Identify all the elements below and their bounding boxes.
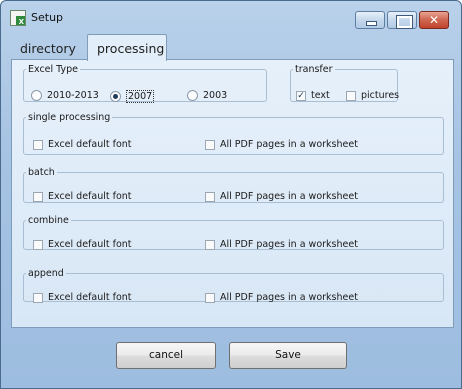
checkbox-label: All PDF pages in a worksheet <box>220 191 358 202</box>
checkbox-excel-default-font[interactable]: Excel default font <box>33 239 132 250</box>
close-icon: ✕ <box>428 13 440 27</box>
checkbox-box[interactable] <box>205 139 215 150</box>
checkbox-box[interactable] <box>33 139 43 150</box>
checkbox-excel-default-font[interactable]: Excel default font <box>33 292 132 303</box>
window-title: Setup <box>31 11 64 24</box>
single-processing-group: single processing Excel default font All… <box>23 112 444 155</box>
checkbox-pictures[interactable]: pictures <box>346 90 399 101</box>
checkbox-all-pdf-pages[interactable]: All PDF pages in a worksheet <box>205 239 358 250</box>
radio-2003[interactable]: 2003 <box>187 90 227 101</box>
group-legend: combine <box>28 215 69 226</box>
checkbox-all-pdf-pages[interactable]: All PDF pages in a worksheet <box>205 139 358 150</box>
save-button[interactable]: Save <box>229 342 347 369</box>
close-button[interactable]: ✕ <box>419 11 449 29</box>
checkbox-box[interactable] <box>33 191 43 202</box>
tab-processing[interactable]: processing <box>87 34 167 61</box>
checkbox-label: Excel default font <box>48 139 132 150</box>
checkbox-label: Excel default font <box>48 239 132 250</box>
checkbox-label: text <box>311 90 330 101</box>
transfer-legend: transfer <box>295 64 333 75</box>
checkbox-box[interactable] <box>33 239 43 250</box>
checkbox-all-pdf-pages[interactable]: All PDF pages in a worksheet <box>205 292 358 303</box>
transfer-group: transfer ✓ text pictures <box>290 64 399 102</box>
checkbox-label: pictures <box>361 90 400 101</box>
radio-circle[interactable] <box>31 90 42 101</box>
maximize-button[interactable] <box>387 11 417 29</box>
combine-group: combine Excel default font All PDF pages… <box>23 215 444 250</box>
excel-app-icon: X <box>10 10 26 26</box>
cancel-button[interactable]: cancel <box>116 342 216 369</box>
checkbox-label: All PDF pages in a worksheet <box>220 239 358 250</box>
radio-label: 2010-2013 <box>47 90 99 101</box>
excel-type-legend: Excel Type <box>28 64 79 75</box>
title-bar[interactable]: X Setup ✕ <box>1 1 461 33</box>
radio-2010-2013[interactable]: 2010-2013 <box>31 90 99 101</box>
checkbox-label: All PDF pages in a worksheet <box>220 292 358 303</box>
checkbox-label: Excel default font <box>48 292 132 303</box>
group-legend: batch <box>28 167 55 178</box>
radio-circle-selected[interactable] <box>110 91 121 102</box>
checkbox-all-pdf-pages[interactable]: All PDF pages in a worksheet <box>205 191 358 202</box>
checkbox-excel-default-font[interactable]: Excel default font <box>33 139 132 150</box>
setup-window: X Setup ✕ directory processing Excel Typ… <box>0 0 462 389</box>
tab-directory[interactable]: directory <box>11 36 87 60</box>
processing-panel: Excel Type 2010-2013 2007 2003 transfer … <box>11 59 454 328</box>
radio-circle[interactable] <box>187 90 198 101</box>
radio-2007[interactable]: 2007 <box>110 90 155 103</box>
group-legend: append <box>28 268 64 279</box>
radio-label: 2007 <box>126 90 155 103</box>
checkbox-box[interactable] <box>33 292 43 303</box>
minimize-button[interactable] <box>355 11 385 29</box>
checkbox-box[interactable] <box>205 292 215 303</box>
checkbox-box[interactable] <box>205 191 215 202</box>
checkbox-box[interactable] <box>346 90 356 101</box>
checkbox-box[interactable] <box>205 239 215 250</box>
checkbox-excel-default-font[interactable]: Excel default font <box>33 191 132 202</box>
excel-type-group: Excel Type 2010-2013 2007 2003 <box>23 64 267 103</box>
group-legend: single processing <box>28 112 111 123</box>
batch-group: batch Excel default font All PDF pages i… <box>23 167 444 203</box>
checkbox-label: Excel default font <box>48 191 132 202</box>
checkbox-checked[interactable]: ✓ <box>296 90 306 101</box>
checkbox-text[interactable]: ✓ text <box>296 90 330 101</box>
radio-label: 2003 <box>203 90 228 101</box>
append-group: append Excel default font All PDF pages … <box>23 268 444 303</box>
checkbox-label: All PDF pages in a worksheet <box>220 139 358 150</box>
